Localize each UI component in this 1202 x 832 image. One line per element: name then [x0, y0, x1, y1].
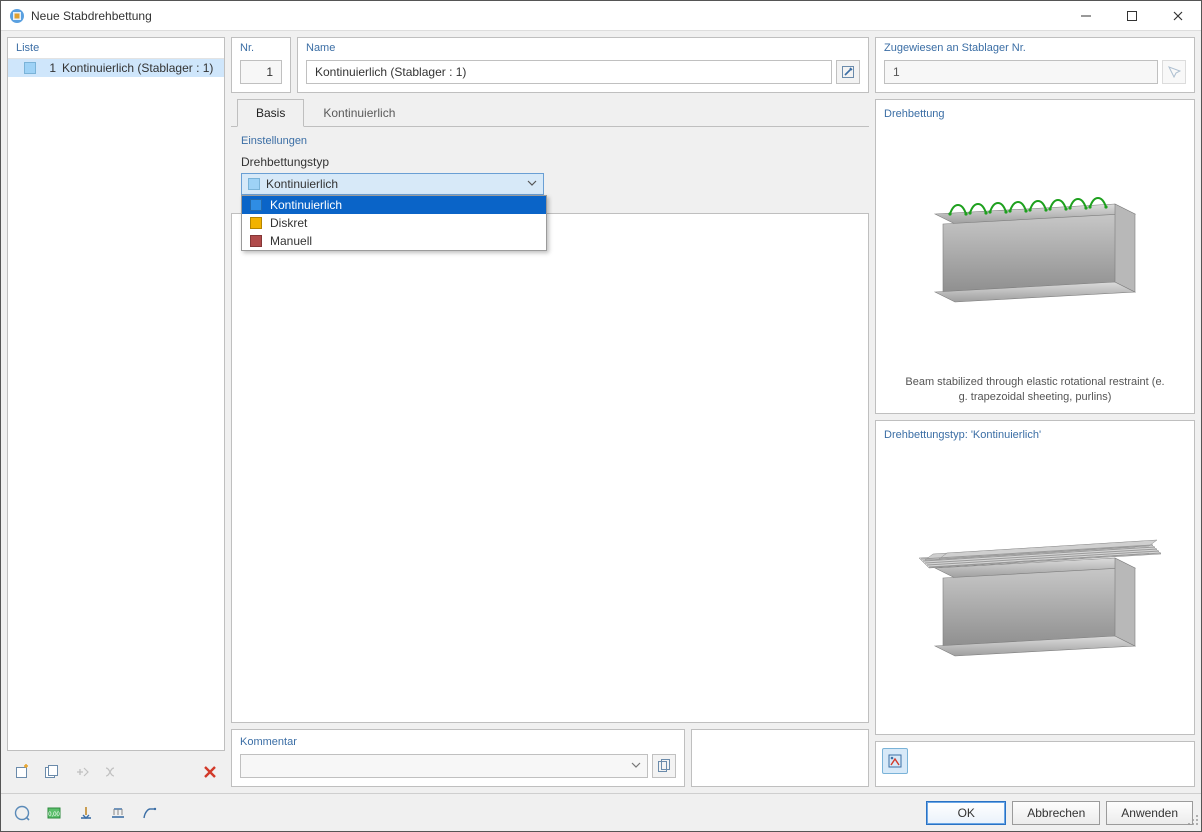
preview-panel-1: Drehbettung	[875, 99, 1195, 414]
chevron-down-icon	[527, 177, 537, 191]
apply-button[interactable]: Anwenden	[1106, 801, 1193, 825]
footer-help-button[interactable]	[9, 800, 35, 826]
list-item[interactable]: 1 Kontinuierlich (Stablager : 1)	[8, 59, 224, 77]
new-item-button[interactable]	[9, 759, 35, 785]
option-swatch	[250, 235, 262, 247]
assign-label: Zugewiesen an Stablager Nr.	[884, 42, 1186, 54]
resize-grip[interactable]	[1187, 814, 1199, 829]
toolbar-button-3[interactable]	[69, 759, 95, 785]
cancel-button[interactable]: Abbrechen	[1012, 801, 1100, 825]
name-input[interactable]: Kontinuierlich (Stablager : 1)	[306, 60, 832, 84]
comment-input[interactable]	[240, 754, 648, 778]
preview-image-2	[884, 447, 1186, 726]
footer-load-button[interactable]	[105, 800, 131, 826]
list-toolbar	[7, 757, 225, 787]
assign-input[interactable]: 1	[884, 60, 1158, 84]
toolbar-button-4[interactable]	[99, 759, 125, 785]
option-label: Kontinuierlich	[270, 198, 342, 212]
comment-label: Kommentar	[240, 736, 676, 748]
footer: 0,00 OK Abbrechen Anwenden	[1, 793, 1201, 831]
type-option-manuell[interactable]: Manuell	[242, 232, 546, 250]
type-combo[interactable]: Kontinuierlich Kontinuierlich	[241, 173, 544, 195]
tab-kontinuierlich[interactable]: Kontinuierlich	[304, 99, 414, 126]
minimize-button[interactable]	[1063, 1, 1109, 31]
list-item-number: 1	[42, 61, 56, 75]
pick-assign-button[interactable]	[1162, 60, 1186, 84]
name-box: Name Kontinuierlich (Stablager : 1)	[297, 37, 869, 93]
type-selected-swatch	[248, 178, 260, 190]
assign-input-text: 1	[893, 65, 900, 79]
preview-panel-2: Drehbettungstyp: 'Kontinuierlich'	[875, 420, 1195, 735]
maximize-button[interactable]	[1109, 1, 1155, 31]
preview-title-2: Drehbettungstyp: 'Kontinuierlich'	[884, 429, 1186, 441]
window-title: Neue Stabdrehbettung	[31, 9, 1063, 23]
list-body: 1 Kontinuierlich (Stablager : 1)	[8, 59, 224, 750]
preview-toolbar	[875, 741, 1195, 787]
tabstrip: Basis Kontinuierlich	[231, 99, 869, 127]
nr-box: Nr. 1	[231, 37, 291, 93]
list-item-label: Kontinuierlich (Stablager : 1)	[62, 61, 213, 75]
type-combo-popup: Kontinuierlich Diskret Man	[241, 195, 547, 251]
ok-button[interactable]: OK	[926, 801, 1006, 825]
name-input-text: Kontinuierlich (Stablager : 1)	[315, 65, 466, 79]
app-icon	[9, 8, 25, 24]
duplicate-item-button[interactable]	[39, 759, 65, 785]
footer-support-button[interactable]	[73, 800, 99, 826]
type-label: Drehbettungstyp	[241, 155, 859, 169]
assign-box: Zugewiesen an Stablager Nr. 1	[875, 37, 1195, 93]
nr-label: Nr.	[240, 42, 282, 54]
comment-library-button[interactable]	[652, 754, 676, 778]
list-header: Liste	[8, 38, 224, 59]
footer-member-button[interactable]	[137, 800, 163, 826]
settings-section-title: Einstellungen	[241, 135, 859, 147]
option-swatch	[250, 199, 262, 211]
titlebar: Neue Stabdrehbettung	[1, 1, 1201, 31]
type-selected-label: Kontinuierlich	[266, 177, 338, 191]
option-swatch	[250, 217, 262, 229]
preview-title-1: Drehbettung	[884, 108, 1186, 120]
type-option-kontinuierlich[interactable]: Kontinuierlich	[242, 196, 546, 214]
preview-image-1	[884, 126, 1186, 371]
tab-panel-basis: Einstellungen Drehbettungstyp Kontinuier…	[231, 127, 869, 207]
list-item-swatch	[24, 62, 36, 74]
delete-item-button[interactable]	[197, 759, 223, 785]
close-button[interactable]	[1155, 1, 1201, 31]
edit-name-button[interactable]	[836, 60, 860, 84]
nr-value: 1	[240, 60, 282, 84]
preview-caption-1: Beam stabilized through elastic rotation…	[884, 371, 1186, 405]
svg-text:0,00: 0,00	[48, 812, 60, 818]
name-label: Name	[306, 42, 860, 54]
type-option-diskret[interactable]: Diskret	[242, 214, 546, 232]
footer-units-button[interactable]: 0,00	[41, 800, 67, 826]
comment-side-placeholder	[691, 729, 869, 787]
chevron-down-icon	[631, 759, 641, 773]
tab-basis[interactable]: Basis	[237, 99, 304, 127]
comment-box: Kommentar	[231, 729, 685, 787]
option-label: Manuell	[270, 234, 312, 248]
details-placeholder	[231, 213, 869, 723]
preview-mode-button[interactable]	[882, 748, 908, 774]
option-label: Diskret	[270, 216, 307, 230]
